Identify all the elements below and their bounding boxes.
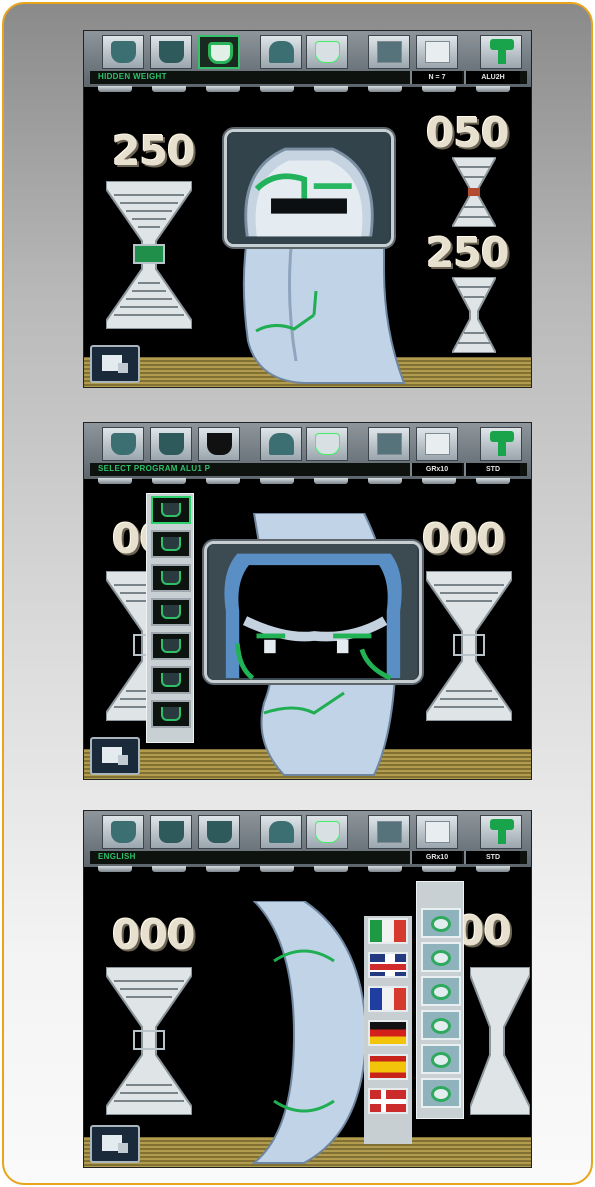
page-frame: HIDDEN WEIGHT N = 7 ALU2H 250 050 250 SE… [2, 2, 593, 1185]
help-icon[interactable] [480, 35, 522, 69]
machine-button[interactable] [90, 1125, 140, 1163]
status-field-b: ALU2H [464, 71, 520, 84]
machine-button[interactable] [90, 737, 140, 775]
settings-item[interactable] [421, 976, 461, 1006]
car-icon[interactable] [260, 427, 302, 461]
program-item[interactable] [151, 632, 191, 660]
gallery-icon[interactable] [368, 427, 410, 461]
rim-icon[interactable] [150, 815, 192, 849]
weight-right: 00 [456, 907, 512, 955]
program-list [146, 493, 194, 743]
settings-list [416, 881, 464, 1119]
machine-icon [102, 1135, 128, 1153]
machine-button[interactable] [90, 345, 140, 383]
german-flag-icon[interactable] [368, 1020, 408, 1046]
key-slots [84, 478, 531, 486]
help-icon[interactable] [480, 427, 522, 461]
tyre-graphic [234, 901, 374, 1167]
spanish-flag-icon[interactable] [368, 1054, 408, 1080]
settings-item[interactable] [421, 1078, 461, 1108]
gallery-icon[interactable] [368, 35, 410, 69]
uk-flag-icon[interactable] [368, 952, 408, 978]
status-field-b: STD [464, 463, 520, 476]
settings-item[interactable] [421, 1044, 461, 1074]
help-icon[interactable] [480, 815, 522, 849]
status-bar: HIDDEN WEIGHT N = 7 ALU2H [90, 71, 527, 84]
status-field-a: N = 7 [410, 71, 462, 84]
right-top-weight-gauge [452, 157, 496, 227]
key-slots [84, 866, 531, 874]
document-icon[interactable] [416, 35, 458, 69]
car-icon[interactable] [260, 815, 302, 849]
right-weight-gauge [426, 571, 512, 721]
key-slots [84, 86, 531, 94]
danish-flag-icon[interactable] [368, 1088, 408, 1114]
status-field-b: STD [464, 851, 520, 864]
gallery-icon[interactable] [368, 815, 410, 849]
left-weight-gauge [106, 181, 192, 329]
toolbar: ENGLISH GRx10 STD [84, 811, 531, 867]
screen-language: ENGLISH GRx10 STD 000 00 [83, 810, 532, 1168]
screen-hidden-weight: HIDDEN WEIGHT N = 7 ALU2H 250 050 250 [83, 30, 532, 388]
document-icon[interactable] [416, 815, 458, 849]
settings-item[interactable] [421, 908, 461, 938]
measure-icon[interactable] [306, 427, 348, 461]
machine-icon [102, 747, 128, 765]
program-item[interactable] [151, 598, 191, 626]
status-bar: SELECT PROGRAM ALU1 P GRx10 STD [90, 463, 527, 476]
program-item[interactable] [151, 496, 191, 524]
document-icon[interactable] [416, 427, 458, 461]
program-item[interactable] [151, 700, 191, 728]
language-list [364, 916, 412, 1144]
program-item[interactable] [151, 564, 191, 592]
status-message: SELECT PROGRAM ALU1 P [98, 464, 211, 473]
toolbar: SELECT PROGRAM ALU1 P GRx10 STD [84, 423, 531, 479]
status-field-a: GRx10 [410, 851, 462, 864]
settings-item[interactable] [421, 942, 461, 972]
weight-right: 000 [422, 515, 506, 563]
tyre-icon[interactable] [102, 35, 144, 69]
italian-flag-icon[interactable] [368, 918, 408, 944]
rim-icon[interactable] [150, 35, 192, 69]
wheel-profile-icon[interactable] [198, 815, 240, 849]
program-item[interactable] [151, 666, 191, 694]
status-bar: ENGLISH GRx10 STD [90, 851, 527, 864]
toolbar: HIDDEN WEIGHT N = 7 ALU2H [84, 31, 531, 87]
weight-right-bottom: 250 [426, 229, 510, 277]
screen-select-program: SELECT PROGRAM ALU1 P GRx10 STD 00 000 [83, 422, 532, 780]
wheel-profile-icon[interactable] [198, 35, 240, 69]
program-item[interactable] [151, 530, 191, 558]
tyre-icon[interactable] [102, 815, 144, 849]
french-flag-icon[interactable] [368, 986, 408, 1012]
right-weight-gauge [470, 967, 530, 1115]
car-icon[interactable] [260, 35, 302, 69]
weight-right-top: 050 [426, 109, 510, 157]
rim-icon[interactable] [150, 427, 192, 461]
status-message: ENGLISH [98, 852, 136, 861]
machine-icon [102, 355, 128, 373]
status-message: HIDDEN WEIGHT [98, 72, 167, 81]
measure-icon[interactable] [306, 815, 348, 849]
weight-left: 000 [112, 911, 196, 959]
right-bottom-weight-gauge [452, 277, 496, 353]
measure-icon[interactable] [306, 35, 348, 69]
wheel-profile-icon[interactable] [198, 427, 240, 461]
tyre-icon[interactable] [102, 427, 144, 461]
settings-item[interactable] [421, 1010, 461, 1040]
status-field-a: GRx10 [410, 463, 462, 476]
hidden-weight-detail [224, 129, 394, 247]
left-weight-gauge [106, 967, 192, 1115]
profile-detail [204, 541, 422, 683]
weight-left: 250 [112, 127, 196, 175]
